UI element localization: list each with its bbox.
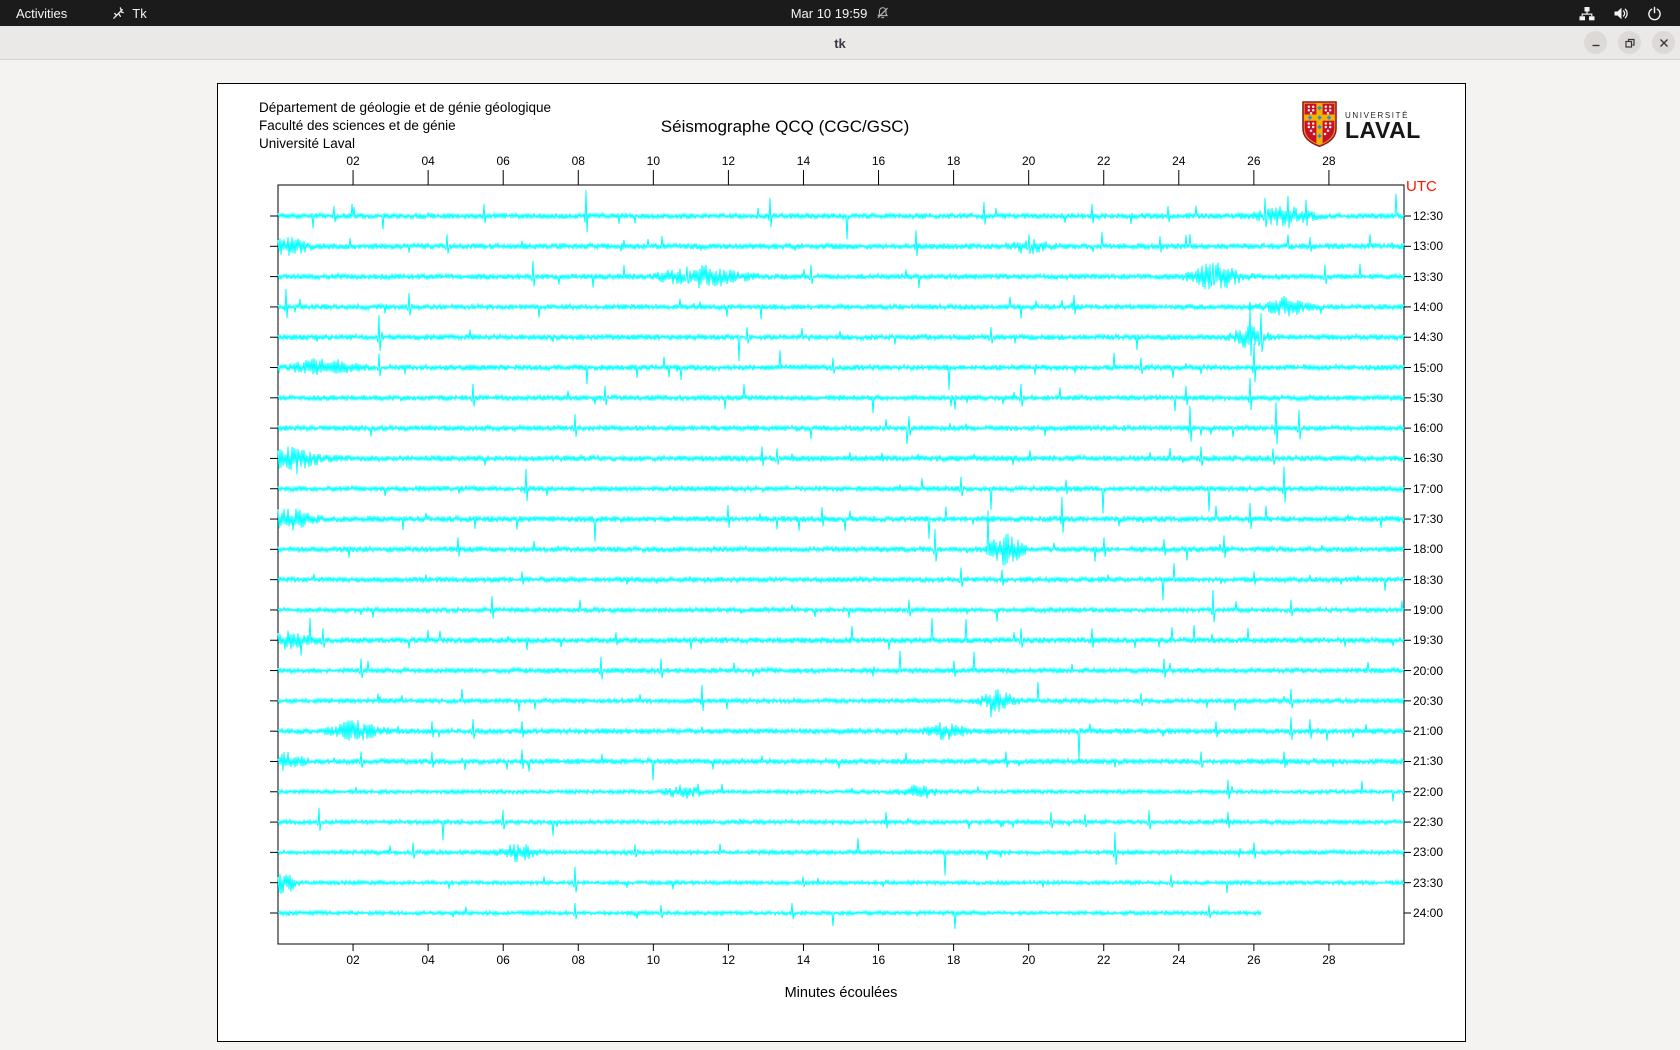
window-titlebar[interactable]: tk bbox=[0, 26, 1680, 60]
minute-tick-label-top: 22 bbox=[1089, 154, 1119, 168]
utc-time-label: 21:30 bbox=[1413, 754, 1461, 768]
close-button[interactable] bbox=[1652, 31, 1675, 54]
minute-tick-label-bottom: 10 bbox=[638, 953, 668, 967]
activities-button[interactable]: Activities bbox=[0, 0, 83, 26]
window-content: Département de géologie et de génie géol… bbox=[0, 60, 1680, 1050]
x-axis-title: Minutes écoulées bbox=[785, 985, 898, 1001]
minute-tick-label-bottom: 08 bbox=[563, 953, 593, 967]
utc-time-label: 18:00 bbox=[1413, 542, 1461, 556]
utc-time-label: 16:00 bbox=[1413, 421, 1461, 435]
window-title: tk bbox=[0, 26, 1680, 60]
minimize-icon bbox=[1590, 37, 1602, 49]
app-menu-button[interactable]: Tk bbox=[103, 0, 154, 26]
minimize-button[interactable] bbox=[1584, 31, 1607, 54]
utc-time-label: 15:00 bbox=[1413, 361, 1461, 375]
minute-tick-label-bottom: 28 bbox=[1314, 953, 1344, 967]
minute-tick-label-top: 28 bbox=[1314, 154, 1344, 168]
minute-tick-label-bottom: 26 bbox=[1239, 953, 1269, 967]
utc-time-label: 20:00 bbox=[1413, 664, 1461, 678]
minute-tick-label-top: 02 bbox=[338, 154, 368, 168]
minute-tick-label-bottom: 16 bbox=[864, 953, 894, 967]
utc-time-label: 21:00 bbox=[1413, 724, 1461, 738]
seismograph-canvas: Département de géologie et de génie géol… bbox=[217, 83, 1466, 1042]
minute-tick-label-top: 10 bbox=[638, 154, 668, 168]
minute-tick-label-top: 16 bbox=[864, 154, 894, 168]
maximize-icon bbox=[1624, 37, 1636, 49]
notifications-muted-icon bbox=[875, 6, 889, 20]
minute-tick-label-top: 24 bbox=[1164, 154, 1194, 168]
minute-tick-label-top: 12 bbox=[713, 154, 743, 168]
gnome-top-bar: Activities Tk Mar 10 19:59 bbox=[0, 0, 1680, 26]
minute-tick-label-top: 26 bbox=[1239, 154, 1269, 168]
minute-tick-label-bottom: 24 bbox=[1164, 953, 1194, 967]
minute-tick-label-bottom: 02 bbox=[338, 953, 368, 967]
utc-time-label: 12:30 bbox=[1413, 209, 1461, 223]
clock-menu[interactable]: Mar 10 19:59 bbox=[791, 0, 890, 26]
utc-time-label: 14:00 bbox=[1413, 300, 1461, 314]
utc-time-label: 24:00 bbox=[1413, 906, 1461, 920]
minute-tick-label-bottom: 18 bbox=[939, 953, 969, 967]
minute-tick-label-top: 04 bbox=[413, 154, 443, 168]
network-icon bbox=[1579, 6, 1595, 21]
utc-time-label: 13:00 bbox=[1413, 239, 1461, 253]
minute-tick-label-top: 20 bbox=[1014, 154, 1044, 168]
maximize-button[interactable] bbox=[1618, 31, 1641, 54]
utc-time-label: 23:00 bbox=[1413, 845, 1461, 859]
minute-tick-label-bottom: 22 bbox=[1089, 953, 1119, 967]
volume-icon bbox=[1613, 6, 1629, 21]
utc-time-label: 20:30 bbox=[1413, 694, 1461, 708]
utc-time-label: 22:00 bbox=[1413, 785, 1461, 799]
app-menu-label: Tk bbox=[132, 6, 146, 21]
minute-tick-label-bottom: 06 bbox=[488, 953, 518, 967]
minute-tick-label-top: 18 bbox=[939, 154, 969, 168]
utc-time-label: 19:00 bbox=[1413, 603, 1461, 617]
minute-tick-label-bottom: 20 bbox=[1014, 953, 1044, 967]
tk-app-icon bbox=[111, 6, 126, 21]
helicorder-plot bbox=[218, 84, 1467, 1043]
utc-time-label: 18:30 bbox=[1413, 573, 1461, 587]
utc-time-label: 13:30 bbox=[1413, 270, 1461, 284]
minute-tick-label-bottom: 12 bbox=[713, 953, 743, 967]
utc-time-label: 16:30 bbox=[1413, 451, 1461, 465]
close-icon bbox=[1658, 37, 1670, 49]
minute-tick-label-top: 14 bbox=[788, 154, 818, 168]
minute-tick-label-top: 06 bbox=[488, 154, 518, 168]
system-status-area[interactable] bbox=[1579, 0, 1680, 26]
utc-time-label: 14:30 bbox=[1413, 330, 1461, 344]
minute-tick-label-bottom: 04 bbox=[413, 953, 443, 967]
utc-time-label: 23:30 bbox=[1413, 876, 1461, 890]
minute-tick-label-top: 08 bbox=[563, 154, 593, 168]
utc-time-label: 17:30 bbox=[1413, 512, 1461, 526]
utc-time-label: 22:30 bbox=[1413, 815, 1461, 829]
power-icon bbox=[1647, 6, 1662, 21]
minute-tick-label-bottom: 14 bbox=[788, 953, 818, 967]
utc-time-label: 17:00 bbox=[1413, 482, 1461, 496]
utc-time-label: 19:30 bbox=[1413, 633, 1461, 647]
utc-time-label: 15:30 bbox=[1413, 391, 1461, 405]
clock-label: Mar 10 19:59 bbox=[791, 6, 868, 21]
